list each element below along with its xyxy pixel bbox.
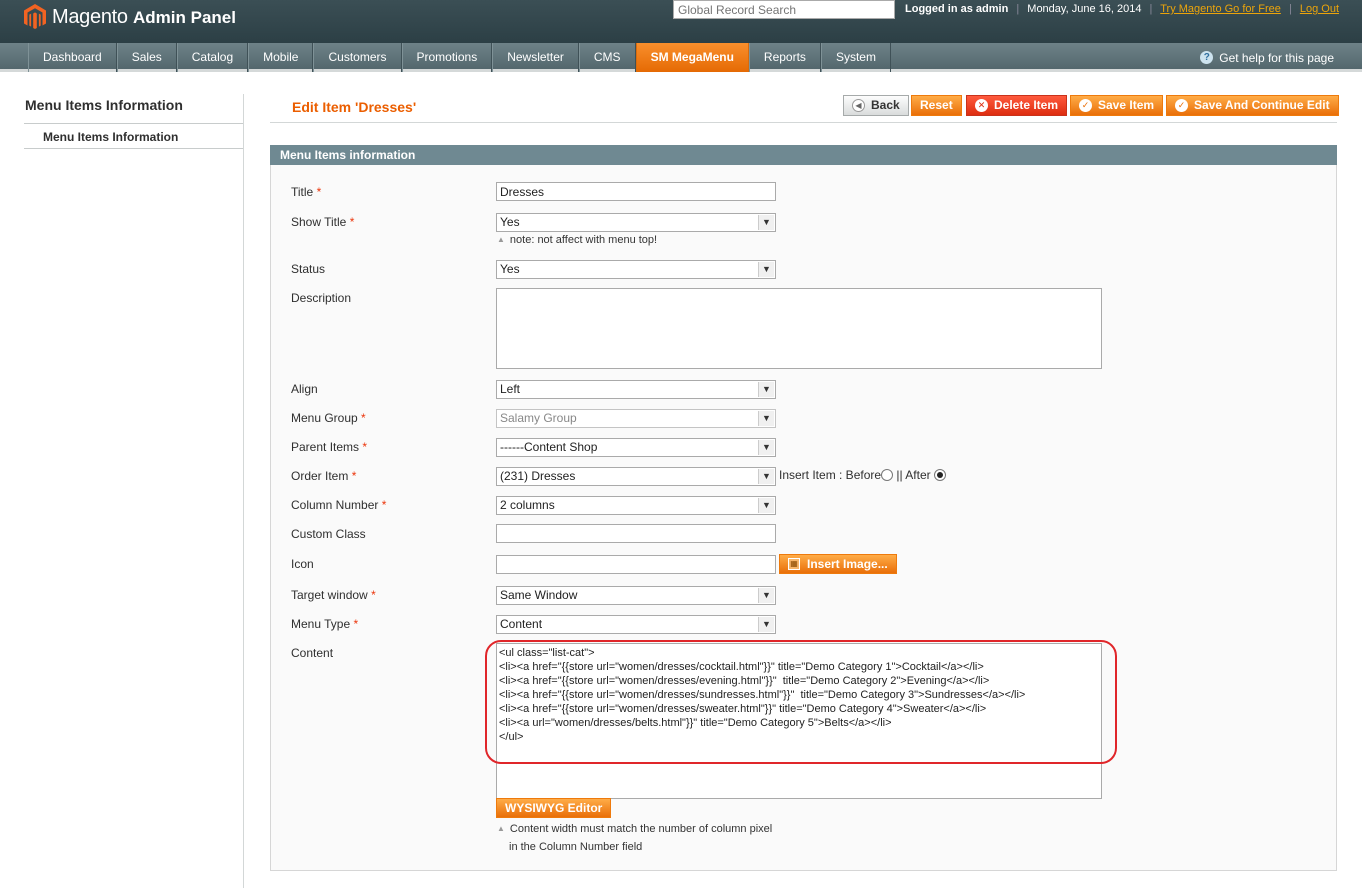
nav-newsletter[interactable]: Newsletter (492, 43, 579, 72)
magento-logo-icon (24, 4, 46, 29)
status-label: Status (291, 262, 326, 276)
align-select[interactable]: Left ▼ (496, 380, 776, 399)
order-item-label: Order Item * (291, 469, 357, 483)
separator: | (1016, 3, 1020, 15)
current-date: Monday, June 16, 2014 (1027, 3, 1142, 15)
sidebar-divider (243, 94, 244, 888)
delete-icon: ✕ (975, 99, 988, 112)
page-title: Edit Item 'Dresses' (292, 99, 417, 115)
parent-items-label: Parent Items * (291, 440, 368, 454)
back-button[interactable]: ◀ Back (843, 95, 909, 116)
nav-catalog[interactable]: Catalog (176, 43, 249, 72)
back-arrow-icon: ◀ (852, 99, 865, 112)
insert-after-radio[interactable] (933, 469, 946, 481)
delete-item-button[interactable]: ✕ Delete Item (966, 95, 1068, 116)
menu-group-select[interactable]: Salamy Group ▼ (496, 409, 776, 428)
chevron-down-icon: ▼ (758, 411, 774, 426)
order-item-select[interactable]: (231) Dresses ▼ (496, 467, 776, 486)
divider (270, 122, 1337, 123)
custom-class-input[interactable] (496, 524, 776, 543)
chevron-down-icon: ▼ (758, 382, 774, 397)
check-icon: ✓ (1175, 99, 1188, 112)
main-navigation: Dashboard Sales Catalog Mobile Customers… (0, 43, 1362, 72)
insert-before-radio[interactable] (881, 469, 894, 481)
content-note-line-1: ▲ Content width must match the number of … (497, 823, 773, 835)
nav-sales[interactable]: Sales (116, 43, 177, 72)
wysiwyg-editor-button[interactable]: WYSIWYG Editor (496, 798, 612, 818)
menu-type-select[interactable]: Content ▼ (496, 615, 776, 634)
target-window-label: Target window * (291, 588, 376, 602)
chevron-down-icon: ▼ (758, 498, 774, 513)
nav-system[interactable]: System (820, 43, 891, 72)
chevron-down-icon: ▼ (758, 215, 774, 230)
brand-name: Magento Admin Panel (52, 5, 236, 28)
chevron-down-icon: ▼ (758, 617, 774, 632)
nav-sm-megamenu[interactable]: SM MegaMenu (635, 43, 749, 72)
menu-type-label: Menu Type * (291, 617, 359, 631)
brand-suffix: Admin Panel (133, 7, 236, 27)
title-input[interactable] (496, 182, 776, 201)
help-link[interactable]: ? Get help for this page (1200, 43, 1334, 72)
title-label: Title * (291, 185, 322, 199)
content-label: Content (291, 646, 334, 660)
separator: | (1288, 3, 1292, 15)
insert-position: Insert Item : Before || After (779, 468, 946, 482)
save-item-button[interactable]: ✓ Save Item (1070, 95, 1164, 116)
description-label: Description (291, 291, 352, 305)
nav-promotions[interactable]: Promotions (401, 43, 493, 72)
chevron-down-icon: ▼ (758, 262, 774, 277)
nav-dashboard[interactable]: Dashboard (28, 43, 117, 72)
show-title-select[interactable]: Yes ▼ (496, 213, 776, 232)
sidebar-title: Menu Items Information (25, 97, 183, 113)
check-icon: ✓ (1079, 99, 1092, 112)
reset-button[interactable]: Reset (911, 95, 962, 116)
global-search-input[interactable] (673, 0, 895, 19)
column-number-label: Column Number * (291, 498, 387, 512)
separator: | (1149, 3, 1153, 15)
save-and-continue-button[interactable]: ✓ Save And Continue Edit (1166, 95, 1339, 116)
target-window-select[interactable]: Same Window ▼ (496, 586, 776, 605)
description-textarea[interactable] (496, 288, 1102, 369)
logout-link[interactable]: Log Out (1300, 3, 1339, 15)
icon-label: Icon (291, 557, 314, 571)
header-bar: Magento Admin Panel Logged in as admin |… (0, 0, 1362, 43)
insert-image-button[interactable]: ▦ Insert Image... (779, 554, 897, 574)
show-title-note: ▲ note: not affect with menu top! (497, 234, 658, 246)
section-header: Menu Items information (270, 145, 1337, 165)
custom-class-label: Custom Class (291, 527, 366, 541)
help-link-label: Get help for this page (1219, 50, 1334, 65)
logged-in-text: Logged in as admin (905, 3, 1009, 15)
nav-cms[interactable]: CMS (578, 43, 636, 72)
chevron-down-icon: ▼ (758, 440, 774, 455)
parent-items-select[interactable]: ------Content Shop ▼ (496, 438, 776, 457)
column-number-select[interactable]: 2 columns ▼ (496, 496, 776, 515)
try-magento-go-link[interactable]: Try Magento Go for Free (1160, 3, 1281, 15)
note-triangle-icon: ▲ (497, 235, 505, 244)
content-highlight-annotation (485, 640, 1117, 764)
divider (24, 123, 244, 124)
nav-reports[interactable]: Reports (748, 43, 821, 72)
header-user-links: Logged in as admin | Monday, June 16, 20… (905, 3, 1339, 15)
status-select[interactable]: Yes ▼ (496, 260, 776, 279)
divider (24, 148, 244, 149)
icon-input[interactable] (496, 555, 776, 574)
sidebar-tab-menu-items-information[interactable]: Menu Items Information (43, 130, 178, 144)
nav-mobile[interactable]: Mobile (248, 43, 314, 72)
content-note-line-2: in the Column Number field (509, 841, 643, 853)
menu-group-label: Menu Group * (291, 411, 366, 425)
image-icon: ▦ (788, 558, 800, 570)
align-label: Align (291, 382, 318, 396)
nav-customers[interactable]: Customers (313, 43, 402, 72)
help-icon: ? (1200, 51, 1214, 64)
magento-logo[interactable]: Magento Admin Panel (24, 2, 236, 32)
chevron-down-icon: ▼ (758, 469, 774, 484)
show-title-label: Show Title * (291, 215, 355, 229)
chevron-down-icon: ▼ (758, 588, 774, 603)
note-triangle-icon: ▲ (497, 824, 505, 833)
